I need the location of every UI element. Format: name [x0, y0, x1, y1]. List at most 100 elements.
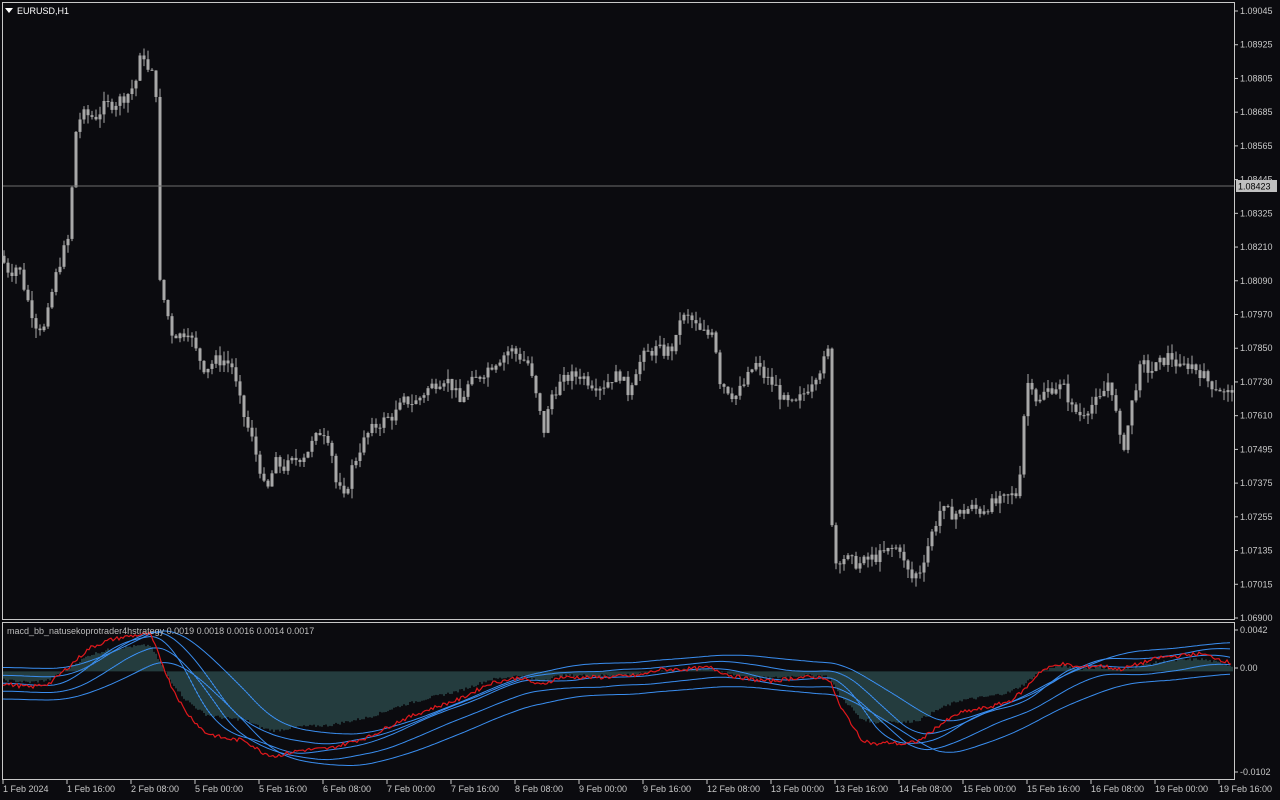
candle-body: [54, 272, 58, 292]
time-tick-label: 2 Feb 08:00: [131, 784, 179, 794]
candle-body: [314, 433, 318, 441]
candle-body: [1218, 389, 1222, 392]
candle-body: [518, 353, 522, 360]
candle-body: [782, 395, 786, 400]
candle-body: [822, 356, 826, 374]
candle-body: [1090, 404, 1094, 414]
candle-body: [1042, 391, 1046, 400]
candle-body: [102, 100, 106, 115]
candle-body: [434, 383, 438, 389]
candle-body: [758, 362, 762, 367]
candle-body: [746, 371, 750, 385]
candle-body: [1226, 390, 1230, 393]
candle-body: [666, 346, 670, 356]
candle-body: [18, 267, 22, 270]
candle-body: [1202, 371, 1206, 379]
candle-body: [306, 451, 310, 458]
price-tick-label: 1.08565: [1240, 141, 1273, 151]
candle-body: [174, 335, 178, 339]
candle-body: [602, 387, 606, 389]
price-tick-label: 1.07610: [1240, 411, 1273, 421]
candle-body: [182, 333, 186, 338]
price-tick-label: 1.07375: [1240, 478, 1273, 488]
candle-body: [390, 416, 394, 421]
candle-body: [922, 562, 926, 573]
candle-body: [486, 367, 490, 378]
candle-body: [446, 378, 450, 384]
candle-body: [534, 375, 538, 394]
candle-body: [798, 394, 802, 401]
candle-body: [562, 374, 566, 382]
candle-body: [478, 376, 482, 379]
candle-body: [58, 266, 62, 273]
candle-body: [1086, 413, 1090, 416]
candle-body: [682, 314, 686, 321]
candle-body: [278, 457, 282, 467]
candle-body: [326, 435, 330, 443]
candle-body: [386, 416, 390, 418]
candle-body: [618, 371, 622, 381]
candle-body: [338, 482, 342, 486]
price-tick-label: 1.08685: [1240, 107, 1273, 117]
candle-body: [614, 371, 618, 383]
time-tick-label: 5 Feb 16:00: [259, 784, 307, 794]
candle-body: [1078, 411, 1082, 416]
candle-body: [814, 379, 818, 385]
candle-body: [722, 384, 726, 387]
candle-body: [574, 371, 578, 377]
candle-body: [882, 550, 886, 552]
candle-body: [410, 404, 414, 406]
price-tick-label: 1.07850: [1240, 343, 1273, 353]
price-tick-label: 1.07495: [1240, 444, 1273, 454]
candle-body: [110, 101, 114, 110]
time-tick-label: 15 Feb 00:00: [963, 784, 1016, 794]
candle-body: [126, 94, 130, 103]
candle-body: [1154, 362, 1158, 372]
candle-body: [858, 563, 862, 569]
candle-body: [422, 395, 426, 398]
candle-body: [1082, 415, 1086, 417]
candle-body: [978, 508, 982, 514]
candle-body: [62, 245, 66, 267]
candle-body: [358, 452, 362, 461]
candle-body: [1134, 390, 1138, 401]
price-tick-label: 1.08325: [1240, 208, 1273, 218]
candle-body: [34, 318, 38, 329]
candle-body: [14, 267, 18, 277]
candle-body: [530, 363, 534, 376]
candle-body: [646, 350, 650, 352]
time-tick-label: 13 Feb 00:00: [771, 784, 824, 794]
candle-body: [22, 269, 26, 290]
current-price-value: 1.08423: [1238, 182, 1271, 192]
candle-body: [642, 350, 646, 362]
candle-body: [30, 300, 34, 319]
candle-body: [106, 100, 110, 102]
candle-body: [750, 369, 754, 372]
candle-body: [794, 399, 798, 401]
candle-body: [426, 388, 430, 396]
candle-body: [1106, 382, 1110, 391]
candle-body: [1174, 359, 1178, 367]
candle-body: [250, 427, 254, 437]
candle-body: [282, 466, 286, 471]
candle-body: [66, 238, 70, 246]
candle-body: [806, 391, 810, 394]
price-tick-label: 1.07255: [1240, 512, 1273, 522]
candle-body: [1150, 371, 1154, 373]
candle-body: [578, 376, 582, 379]
time-tick-label: 1 Feb 2024: [3, 784, 49, 794]
candle-body: [1122, 434, 1126, 450]
candle-body: [118, 96, 122, 106]
candle-body: [1162, 357, 1166, 365]
chart-window[interactable]: EURUSD,H1 macd_bb_natusekoprotrader4hstr…: [0, 0, 1280, 800]
candle-body: [846, 555, 850, 559]
candle-body: [1030, 382, 1034, 390]
candle-body: [78, 119, 82, 132]
candle-body: [98, 114, 102, 120]
candle-body: [466, 384, 470, 397]
candle-body: [238, 381, 242, 396]
time-tick-label: 8 Feb 08:00: [515, 784, 563, 794]
candle-body: [874, 554, 878, 562]
price-tick-label: 1.07970: [1240, 310, 1273, 320]
indicator-tick-label: -0.0102: [1240, 767, 1271, 777]
